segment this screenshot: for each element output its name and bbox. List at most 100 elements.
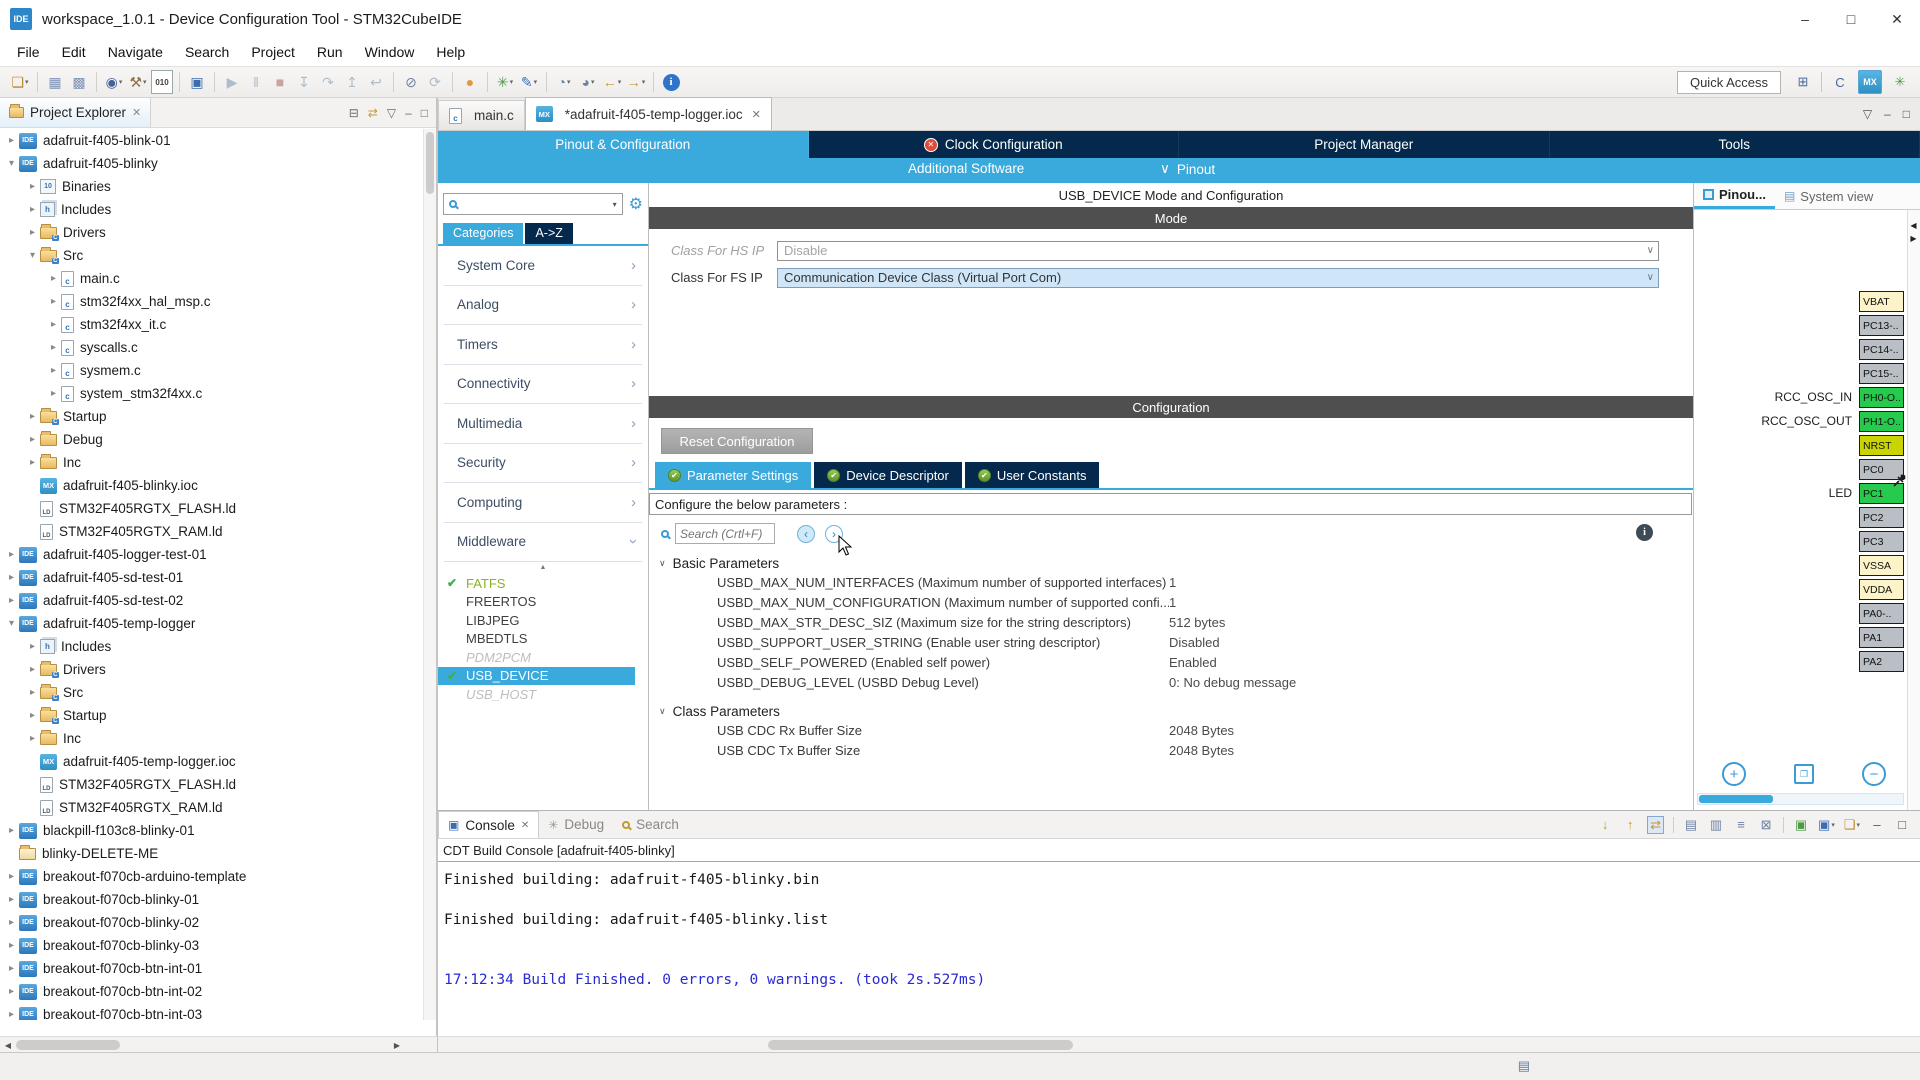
c-cpp-perspective-icon[interactable]: C (1828, 70, 1852, 94)
param-row[interactable]: USBD_MAX_NUM_INTERFACES (Maximum number … (649, 572, 1693, 592)
tree-item-adafruit-f405-sd-test-01[interactable]: ▸IDEadafruit-f405-sd-test-01 (0, 566, 423, 589)
scroll-up-icon[interactable]: ▲ (438, 562, 648, 574)
expand-icon[interactable]: ▸ (4, 825, 19, 836)
save-all-icon[interactable]: ▩ (68, 70, 90, 94)
new-launch-config-icon[interactable]: ◉▾ (103, 70, 125, 94)
expand-icon[interactable]: ▸ (25, 434, 40, 445)
suspend-icon[interactable]: ‖ (245, 70, 267, 94)
ioc-tab-pinout-configuration[interactable]: Pinout & Configuration (438, 131, 809, 158)
tree-item-startup[interactable]: ▸Startup (0, 704, 423, 727)
param-group-basic-parameters[interactable]: ∨Basic Parameters (649, 554, 1693, 572)
pin-pa2[interactable]: PA2 (1859, 651, 1904, 672)
tree-item-stm32f4xx-hal-msp-c[interactable]: ▸cstm32f4xx_hal_msp.c (0, 290, 423, 313)
menu-navigate[interactable]: Navigate (97, 40, 174, 64)
tree-item-syscalls-c[interactable]: ▸csyscalls.c (0, 336, 423, 359)
tree-item-adafruit-f405-logger-test-01[interactable]: ▸IDEadafruit-f405-logger-test-01 (0, 543, 423, 566)
ioc-tab-clock-configuration[interactable]: ✕Clock Configuration (809, 131, 1180, 158)
close-icon[interactable]: ✕ (752, 108, 761, 121)
expand-icon[interactable]: ▸ (25, 687, 40, 698)
zoom-out-button[interactable]: − (1862, 762, 1886, 786)
category-multimedia[interactable]: Multimedia› (444, 404, 642, 444)
config-tab-parameter-settings[interactable]: ✔Parameter Settings (655, 462, 811, 488)
editor-tab-adafruit-f405-temp-logger-ioc[interactable]: MX*adafruit-f405-temp-logger.ioc✕ (525, 97, 772, 130)
minimize-view-icon[interactable]: – (1884, 107, 1891, 121)
tree-item-adafruit-f405-blinky[interactable]: ▾IDEadafruit-f405-blinky (0, 152, 423, 175)
open-console-icon[interactable]: ▣▾ (1818, 816, 1835, 834)
step-over-icon[interactable]: ↷ (317, 70, 339, 94)
tree-item-startup[interactable]: ▸Startup (0, 405, 423, 428)
tree-item-blinky-delete-me[interactable]: blinky-DELETE-ME (0, 842, 423, 865)
tree-item-breakout-f070cb-btn-int-03[interactable]: ▸IDEbreakout-f070cb-btn-int-03 (0, 1003, 423, 1020)
tree-item-breakout-f070cb-arduino-template[interactable]: ▸IDEbreakout-f070cb-arduino-template (0, 865, 423, 888)
sidebar-tab-categories[interactable]: Categories (443, 223, 523, 244)
pin-ph0-o[interactable]: PH0-O.. (1859, 387, 1904, 408)
info-icon[interactable]: i (660, 70, 682, 94)
tree-item-stm32f4xx-it-c[interactable]: ▸cstm32f4xx_it.c (0, 313, 423, 336)
middleware-usb-host[interactable]: USB_HOST (438, 685, 635, 704)
tree-item-inc[interactable]: ▸Inc (0, 451, 423, 474)
tree-item-src[interactable]: ▸Src (0, 681, 423, 704)
tree-item-stm32f405rgtx-flash-ld[interactable]: LDSTM32F405RGTX_FLASH.ld (0, 773, 423, 796)
middleware-usb-device[interactable]: ✔USB_DEVICE (438, 667, 635, 686)
tree-item-breakout-f070cb-btn-int-02[interactable]: ▸IDEbreakout-f070cb-btn-int-02 (0, 980, 423, 1003)
build-icon[interactable]: ⚒▾ (127, 70, 149, 94)
device-configuration-perspective-icon[interactable]: MX (1858, 70, 1882, 94)
category-connectivity[interactable]: Connectivity› (444, 365, 642, 405)
param-value[interactable]: 1 (1169, 595, 1176, 610)
back-icon[interactable]: ←▾ (601, 70, 623, 94)
close-icon[interactable]: ✕ (521, 820, 529, 831)
class-for-fs-ip-select[interactable]: Communication Device Class (Virtual Port… (777, 268, 1659, 288)
view-menu-icon[interactable]: ▽ (387, 106, 396, 120)
expand-icon[interactable]: ▸ (4, 572, 19, 583)
tree-item-inc[interactable]: ▸Inc (0, 727, 423, 750)
tree-item-system-stm32f4xx-c[interactable]: ▸csystem_stm32f4xx.c (0, 382, 423, 405)
info-icon[interactable]: i (1636, 524, 1653, 541)
step-into-icon[interactable]: ↧ (293, 70, 315, 94)
param-row[interactable]: USBD_MAX_STR_DESC_SIZ (Maximum size for … (649, 612, 1693, 632)
menu-project[interactable]: Project (240, 40, 306, 64)
peripheral-search-combo[interactable]: ▾ (443, 193, 623, 215)
collapse-all-icon[interactable]: ⊟ (349, 106, 359, 120)
tree-item-stm32f405rgtx-flash-ld[interactable]: LDSTM32F405RGTX_FLASH.ld (0, 497, 423, 520)
pin-vssa[interactable]: VSSA (1859, 555, 1904, 576)
category-middleware[interactable]: Middleware› (444, 523, 642, 563)
view-menu-icon[interactable]: ▽ (1863, 107, 1872, 121)
param-row[interactable]: USB CDC Tx Buffer Size2048 Bytes (649, 740, 1693, 760)
display-selected-console-icon[interactable]: ⇄ (1647, 816, 1664, 834)
expand-icon[interactable]: ▸ (4, 595, 19, 606)
ioc-tab-project-manager[interactable]: Project Manager (1179, 131, 1550, 158)
tree-item-adafruit-f405-blink-01[interactable]: ▸IDEadafruit-f405-blink-01 (0, 129, 423, 152)
pin-nrst[interactable]: NRST (1859, 435, 1904, 456)
quick-access-box[interactable]: Quick Access (1677, 71, 1781, 94)
tree-item-stm32f405rgtx-ram-ld[interactable]: LDSTM32F405RGTX_RAM.ld (0, 796, 423, 819)
pin-pa1[interactable]: PA1 (1859, 627, 1904, 648)
config-tab-device-descriptor[interactable]: ✔Device Descriptor (814, 462, 962, 488)
save-icon[interactable]: ▦ (44, 70, 66, 94)
pinout-horizontal-scrollbar[interactable] (1697, 793, 1904, 805)
pin-pc14[interactable]: PC14-.. (1859, 339, 1904, 360)
terminate-icon[interactable]: ■ (269, 70, 291, 94)
ioc-tab-tools[interactable]: Tools (1550, 131, 1920, 158)
tree-item-binaries[interactable]: ▸10Binaries (0, 175, 423, 198)
menu-edit[interactable]: Edit (51, 40, 97, 64)
gear-icon[interactable]: ⚙ (629, 194, 643, 214)
menu-search[interactable]: Search (174, 40, 240, 64)
menu-window[interactable]: Window (354, 40, 426, 64)
middleware-libjpeg[interactable]: LIBJPEG (438, 611, 635, 630)
coverage-icon[interactable]: ◔▾ (553, 70, 575, 94)
console-tab-search[interactable]: Search (613, 811, 688, 838)
close-window-button[interactable]: ✕ (1874, 0, 1920, 38)
minimize-view-icon[interactable]: – (405, 106, 412, 120)
expand-icon[interactable]: ▸ (46, 342, 61, 353)
collapse-icon[interactable]: ▾ (4, 158, 19, 169)
expand-icon[interactable]: ▸ (25, 641, 40, 652)
tree-item-src[interactable]: ▾Src (0, 244, 423, 267)
param-row[interactable]: USBD_DEBUG_LEVEL (USBD Debug Level)0: No… (649, 672, 1693, 692)
category-computing[interactable]: Computing› (444, 483, 642, 523)
parameter-search-input[interactable] (675, 523, 775, 544)
pin-pc15[interactable]: PC15-.. (1859, 363, 1904, 384)
scroll-to-end-icon[interactable]: ↓ (1597, 816, 1613, 834)
explorer-vertical-scrollbar[interactable] (423, 129, 436, 1020)
pin-ph1-o[interactable]: PH1-O.. (1859, 411, 1904, 432)
param-group-class-parameters[interactable]: ∨Class Parameters (649, 702, 1693, 720)
